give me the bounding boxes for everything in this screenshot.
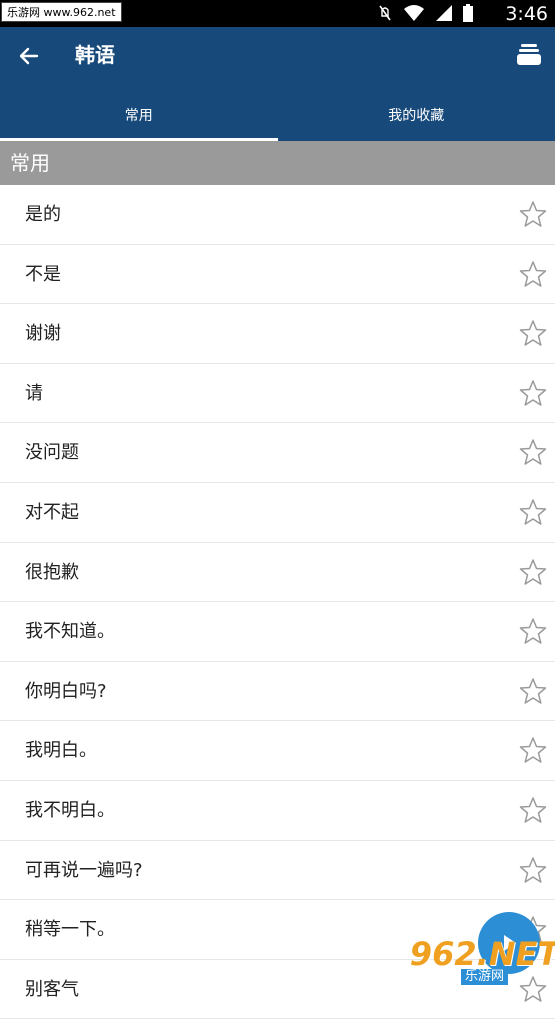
watermark-logo-sub: 乐游网	[461, 969, 508, 985]
list-item[interactable]: 你明白吗?	[0, 662, 555, 722]
phrase-text: 稍等一下。	[25, 900, 115, 959]
star-icon[interactable]	[519, 379, 547, 407]
star-icon[interactable]	[519, 200, 547, 228]
layers-icon	[515, 41, 543, 69]
app-bar: 韩语 常用 我的收藏	[0, 27, 555, 141]
phrase-text: 我不明白。	[25, 781, 115, 840]
tab-favorites[interactable]: 我的收藏	[278, 94, 555, 141]
phrase-text: 是的	[25, 185, 61, 244]
star-icon[interactable]	[519, 260, 547, 288]
battery-icon	[463, 4, 473, 22]
section-header: 常用	[0, 141, 555, 185]
status-bar: 乐游网 www.962.net 3:46	[0, 0, 555, 27]
status-time: 3:46	[505, 2, 548, 26]
star-icon[interactable]	[519, 856, 547, 884]
star-icon[interactable]	[519, 796, 547, 824]
arrow-left-icon	[19, 47, 39, 65]
phrase-text: 没问题	[25, 423, 79, 482]
phrase-text: 你明白吗?	[25, 662, 107, 721]
watermark-logo: 962.NET 乐游网	[414, 935, 555, 988]
phrase-text: 我不知道。	[25, 602, 115, 661]
tab-label: 我的收藏	[388, 105, 444, 125]
phrase-text: 对不起	[25, 483, 79, 542]
phrase-text: 不是	[25, 245, 61, 304]
list-item[interactable]: 我不明白。	[0, 781, 555, 841]
back-button[interactable]	[12, 41, 46, 71]
wifi-icon	[403, 4, 425, 22]
status-icons	[377, 4, 473, 22]
star-icon[interactable]	[519, 498, 547, 526]
watermark-logo-main: 962.NET	[410, 939, 555, 969]
phrase-list: 是的不是谢谢请没问题对不起很抱歉我不知道。你明白吗?我明白。我不明白。可再说一遍…	[0, 185, 555, 1019]
tab-label: 常用	[125, 105, 153, 125]
list-item[interactable]: 是的	[0, 185, 555, 245]
phrase-text: 请	[25, 364, 43, 423]
list-item[interactable]: 请	[0, 364, 555, 424]
star-icon[interactable]	[519, 438, 547, 466]
watermark-text: 乐游网 www.962.net	[1, 2, 122, 22]
star-icon[interactable]	[519, 319, 547, 347]
list-item[interactable]: 对不起	[0, 483, 555, 543]
tab-common[interactable]: 常用	[0, 94, 278, 141]
tab-bar: 常用 我的收藏	[0, 94, 555, 141]
list-item[interactable]: 可再说一遍吗?	[0, 841, 555, 901]
phrase-text: 别客气	[25, 960, 79, 1019]
mute-icon	[377, 4, 393, 22]
layers-button[interactable]	[515, 41, 543, 69]
star-icon[interactable]	[519, 677, 547, 705]
phrase-text: 谢谢	[25, 304, 61, 363]
list-item[interactable]: 很抱歉	[0, 543, 555, 603]
page-title: 韩语	[75, 40, 115, 70]
star-icon[interactable]	[519, 558, 547, 586]
list-item[interactable]: 我明白。	[0, 721, 555, 781]
list-item[interactable]: 我不知道。	[0, 602, 555, 662]
phrase-text: 可再说一遍吗?	[25, 841, 143, 900]
list-item[interactable]: 没问题	[0, 423, 555, 483]
list-item[interactable]: 谢谢	[0, 304, 555, 364]
star-icon[interactable]	[519, 617, 547, 645]
phrase-text: 我明白。	[25, 721, 97, 780]
signal-icon	[435, 4, 453, 22]
star-icon[interactable]	[519, 736, 547, 764]
phrase-text: 很抱歉	[25, 543, 79, 602]
list-item[interactable]: 不是	[0, 245, 555, 305]
